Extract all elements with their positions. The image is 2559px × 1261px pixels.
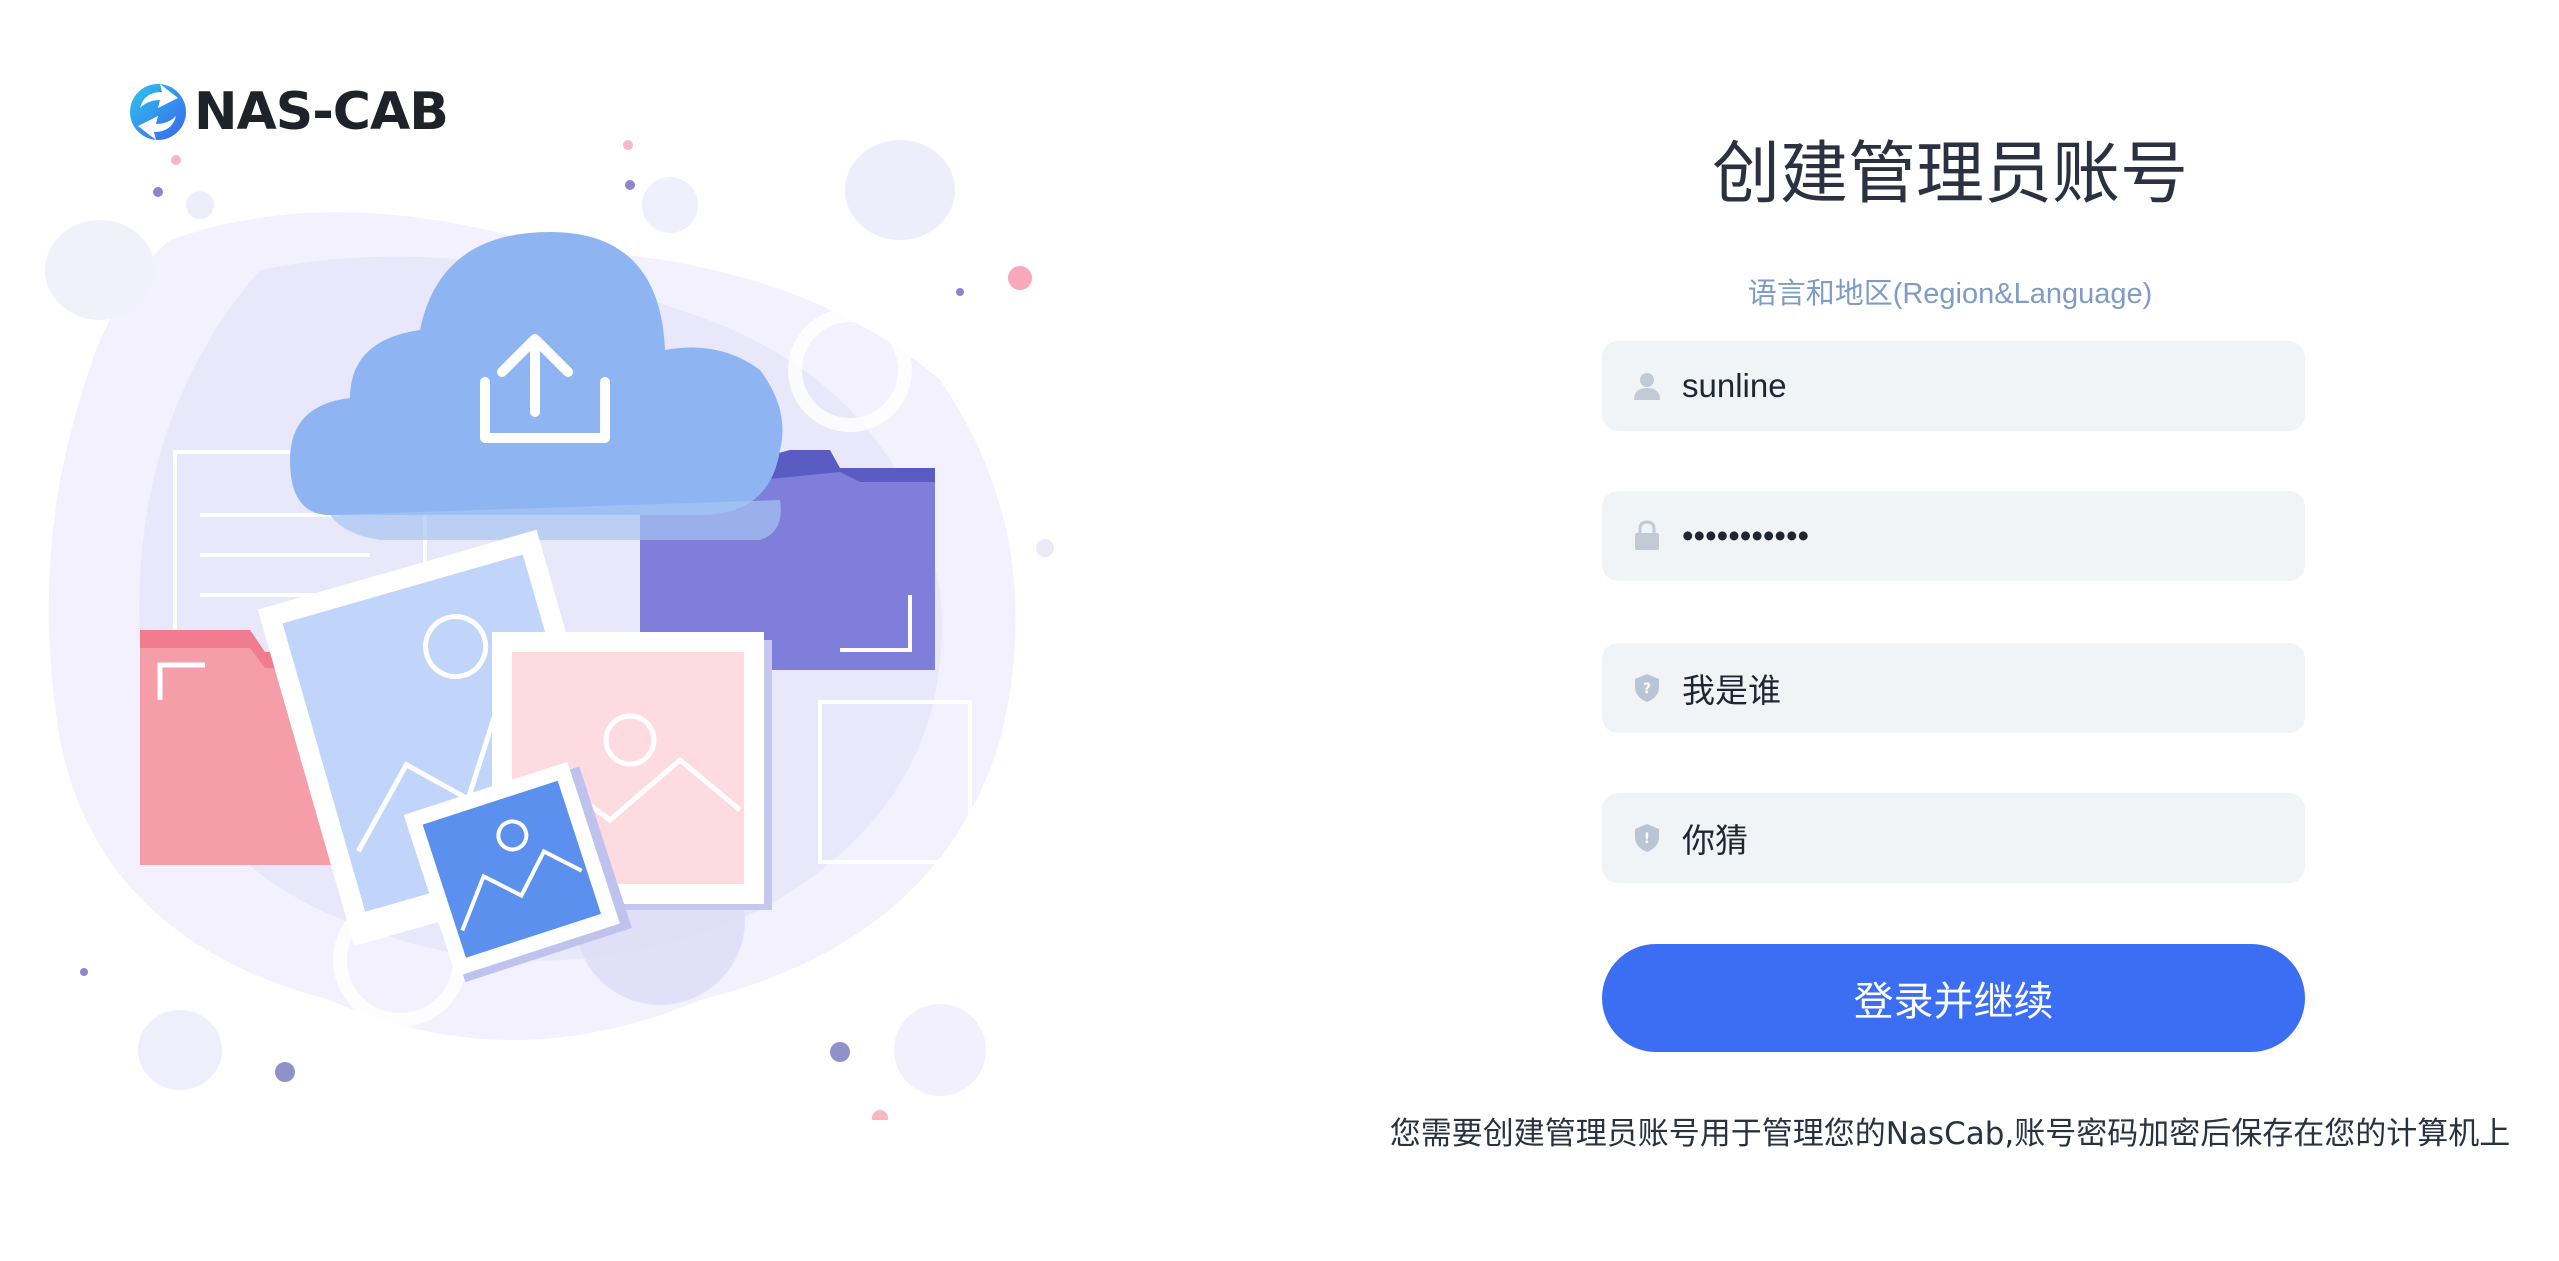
password-field[interactable] — [1602, 491, 2305, 581]
security-question-input[interactable] — [1680, 657, 2284, 719]
svg-text:!: ! — [1644, 831, 1650, 847]
user-icon — [1634, 373, 1660, 400]
svg-text:?: ? — [1643, 681, 1651, 697]
security-answer-input[interactable] — [1680, 807, 2284, 869]
admin-account-note: 您需要创建管理员账号用于管理您的NasCab,账号密码加密后保存在您的计算机上 — [1389, 1116, 2511, 1152]
security-question-field[interactable]: ? — [1602, 643, 2305, 733]
create-admin-form: 创建管理员账号 语言和地区(Region&Language) ? ! 登录并继续… — [1370, 0, 2559, 1261]
login-continue-button[interactable]: 登录并继续 — [1602, 944, 2305, 1052]
username-field[interactable] — [1602, 341, 2305, 431]
shield-alert-icon: ! — [1635, 824, 1659, 852]
username-input[interactable] — [1680, 355, 2284, 417]
language-region-link[interactable]: 语言和地区(Region&Language) — [1370, 270, 2530, 312]
page-title: 创建管理员账号 — [1711, 135, 2188, 214]
cloud-storage-illustration — [45, 140, 1054, 1120]
password-input[interactable] — [1680, 505, 2284, 567]
shield-question-icon: ? — [1635, 674, 1659, 702]
lock-icon — [1635, 520, 1659, 550]
security-answer-field[interactable]: ! — [1602, 793, 2305, 883]
